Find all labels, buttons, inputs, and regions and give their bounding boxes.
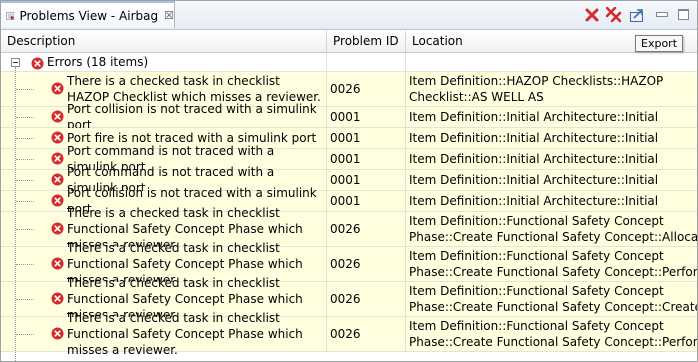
location-text: Item Definition::Initial Architecture::I… bbox=[409, 173, 659, 187]
description-cell: Port collision is not traced with a simu… bbox=[1, 102, 327, 132]
delete-icon bbox=[585, 8, 599, 22]
table-header: Description Problem ID Location bbox=[1, 31, 697, 53]
minimize-button[interactable] bbox=[653, 5, 671, 23]
tree-line bbox=[16, 180, 34, 181]
tree-line bbox=[16, 201, 34, 202]
tree-line bbox=[16, 334, 34, 335]
problem-id-cell: 0026 bbox=[327, 212, 406, 246]
tree-line bbox=[16, 229, 34, 230]
location-cell: Item Definition::Initial Architecture::I… bbox=[406, 128, 697, 148]
problem-id-text: 0001 bbox=[330, 131, 361, 145]
location-text: Item Definition::HAZOP Checklists::HAZOP… bbox=[409, 74, 664, 104]
group-description-cell: Errors (18 items) bbox=[1, 53, 327, 71]
group-row-errors[interactable]: Errors (18 items) bbox=[1, 53, 697, 72]
error-icon bbox=[51, 327, 64, 340]
location-cell: Item Definition::Functional Safety Conce… bbox=[406, 247, 697, 281]
error-icon bbox=[51, 194, 64, 207]
delete-button[interactable] bbox=[583, 6, 601, 24]
column-header-description[interactable]: Description bbox=[1, 31, 327, 52]
location-text: Item Definition::Functional Safety Conce… bbox=[409, 214, 697, 244]
group-location-cell bbox=[406, 53, 697, 71]
tree-line bbox=[16, 159, 34, 160]
error-icon bbox=[51, 131, 64, 144]
location-cell: Item Definition::Initial Architecture::I… bbox=[406, 170, 697, 190]
location-cell: Item Definition::HAZOP Checklists::HAZOP… bbox=[406, 72, 697, 106]
maximize-button[interactable] bbox=[674, 5, 692, 23]
error-icon bbox=[31, 57, 44, 70]
error-icon bbox=[51, 257, 64, 270]
tree-line bbox=[15, 67, 16, 361]
tab-problems-view[interactable]: Problems View - Airbag ☒ bbox=[1, 1, 175, 28]
problem-id-cell: 0026 bbox=[327, 282, 406, 316]
minimize-icon bbox=[656, 11, 668, 17]
location-cell: Item Definition::Functional Safety Conce… bbox=[406, 212, 697, 246]
close-tab-icon[interactable]: ☒ bbox=[164, 9, 174, 22]
location-text: Item Definition::Functional Safety Conce… bbox=[409, 319, 697, 349]
problem-id-text: 0026 bbox=[330, 222, 361, 236]
problems-view-icon bbox=[6, 11, 15, 20]
problem-id-cell: 0001 bbox=[327, 107, 406, 127]
problem-id-text: 0001 bbox=[330, 173, 361, 187]
error-icon bbox=[51, 173, 64, 186]
problem-id-cell: 0001 bbox=[327, 128, 406, 148]
problem-id-text: 0001 bbox=[330, 152, 361, 166]
view-title: Problems View - Airbag bbox=[19, 8, 159, 23]
problem-id-text: 0026 bbox=[330, 327, 361, 341]
problem-id-text: 0026 bbox=[330, 257, 361, 271]
location-text: Item Definition::Initial Architecture::I… bbox=[409, 131, 659, 145]
problem-id-text: 0001 bbox=[330, 194, 361, 208]
problem-id-text: 0026 bbox=[330, 292, 361, 306]
export-button[interactable] bbox=[628, 6, 646, 24]
problem-id-cell: 0001 bbox=[327, 149, 406, 169]
tree-line bbox=[16, 117, 34, 118]
column-header-problem-id[interactable]: Problem ID bbox=[327, 31, 406, 52]
location-cell: Item Definition::Functional Safety Conce… bbox=[406, 317, 697, 351]
maximize-icon bbox=[677, 8, 689, 20]
view-toolbar: Problems View - Airbag ☒ bbox=[1, 1, 697, 30]
delete-all-button[interactable] bbox=[605, 6, 623, 24]
error-icon bbox=[51, 222, 64, 235]
location-text: Item Definition::Initial Architecture::I… bbox=[409, 194, 659, 208]
collapse-toggle-icon[interactable] bbox=[11, 58, 20, 67]
problem-id-cell: 0026 bbox=[327, 72, 406, 106]
location-text: Item Definition::Functional Safety Conce… bbox=[409, 284, 697, 314]
table-row[interactable]: There is a checked task in checklist Fun… bbox=[1, 311, 697, 357]
problem-id-cell: 0026 bbox=[327, 247, 406, 281]
problem-id-text: 0001 bbox=[330, 110, 361, 124]
tree-line bbox=[16, 264, 34, 265]
tree-line bbox=[16, 299, 34, 300]
tree-line bbox=[16, 138, 34, 139]
location-text: Item Definition::Functional Safety Conce… bbox=[409, 249, 697, 279]
location-cell: Item Definition::Initial Architecture::I… bbox=[406, 149, 697, 169]
error-icon bbox=[51, 110, 64, 123]
delete-all-icon bbox=[606, 7, 622, 23]
error-icon bbox=[51, 152, 64, 165]
problem-id-cell: 0001 bbox=[327, 191, 406, 211]
problems-view: Problems View - Airbag ☒ Export Descript… bbox=[0, 0, 698, 362]
location-text: Item Definition::Initial Architecture::I… bbox=[409, 152, 659, 166]
tree-line bbox=[16, 89, 34, 90]
location-cell: Item Definition::Initial Architecture::I… bbox=[406, 107, 697, 127]
location-text: Item Definition::Initial Architecture::I… bbox=[409, 110, 659, 124]
error-icon bbox=[51, 292, 64, 305]
description-cell: There is a checked task in checklist Fun… bbox=[1, 311, 327, 357]
problem-id-text: 0026 bbox=[330, 82, 361, 96]
location-cell: Item Definition::Initial Architecture::I… bbox=[406, 191, 697, 211]
description-text: There is a checked task in checklist Fun… bbox=[67, 311, 303, 357]
error-icon bbox=[51, 82, 64, 95]
group-pid-cell bbox=[327, 53, 406, 71]
location-cell: Item Definition::Functional Safety Conce… bbox=[406, 282, 697, 316]
group-label: Errors (18 items) bbox=[47, 55, 149, 69]
problem-id-cell: 0026 bbox=[327, 317, 406, 351]
problem-id-cell: 0001 bbox=[327, 170, 406, 190]
export-tooltip: Export bbox=[635, 35, 684, 52]
table-row[interactable]: Port collision is not traced with a simu… bbox=[1, 102, 697, 132]
export-icon bbox=[630, 9, 643, 22]
